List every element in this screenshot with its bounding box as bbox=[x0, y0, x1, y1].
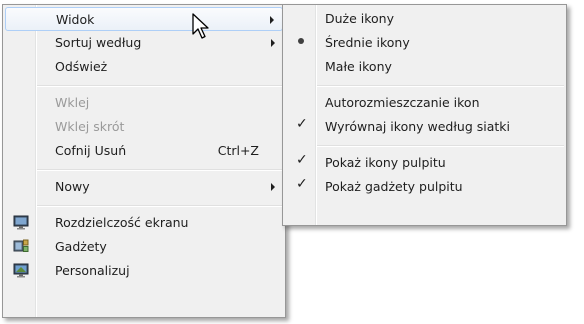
submenu-item-large-icons[interactable]: Duże ikony bbox=[285, 7, 564, 31]
menu-item-screen-resolution[interactable]: Rozdzielczość ekranu bbox=[5, 211, 283, 235]
chevron-right-icon bbox=[271, 183, 275, 191]
submenu-item-align-to-grid[interactable]: ✓ Wyrównaj ikony według siatki bbox=[285, 115, 564, 139]
menu-item-refresh-label: Odśwież bbox=[55, 59, 108, 74]
gadgets-icon bbox=[13, 239, 29, 252]
menu-separator bbox=[37, 85, 283, 87]
menu-item-paste[interactable]: Wklej bbox=[5, 91, 283, 115]
personalize-icon bbox=[13, 263, 29, 278]
menu-item-paste-shortcut-label: Wklej skrót bbox=[55, 119, 125, 134]
menu-item-personalize[interactable]: Personalizuj bbox=[5, 259, 283, 283]
menu-separator bbox=[317, 85, 564, 87]
radio-bullet-icon bbox=[298, 38, 304, 44]
menu-item-view[interactable]: Widok bbox=[5, 7, 283, 31]
checkmark-icon: ✓ bbox=[296, 152, 308, 168]
undo-shortcut-hint: Ctrl+Z bbox=[217, 143, 259, 158]
menu-separator bbox=[37, 169, 283, 171]
menu-item-view-label: Widok bbox=[56, 12, 95, 27]
menu-item-sort-by-label: Sortuj według bbox=[55, 35, 142, 50]
menu-item-paste-label: Wklej bbox=[55, 95, 90, 110]
monitor-icon bbox=[13, 215, 29, 230]
menu-item-screen-resolution-label: Rozdzielczość ekranu bbox=[55, 215, 189, 230]
chevron-right-icon bbox=[271, 39, 275, 47]
submenu-item-align-to-grid-label: Wyrównaj ikony według siatki bbox=[325, 119, 510, 134]
menu-item-refresh[interactable]: Odśwież bbox=[5, 55, 283, 79]
menu-item-sort-by[interactable]: Sortuj według bbox=[5, 31, 283, 55]
checkmark-icon: ✓ bbox=[296, 176, 308, 192]
view-submenu: Duże ikony Średnie ikony Małe ikony Auto… bbox=[282, 4, 567, 226]
submenu-item-show-desktop-gadgets[interactable]: ✓ Pokaż gadżety pulpitu bbox=[285, 175, 564, 199]
menu-separator bbox=[37, 205, 283, 207]
submenu-item-show-desktop-icons-label: Pokaż ikony pulpitu bbox=[325, 155, 446, 170]
checkmark-icon: ✓ bbox=[296, 116, 308, 132]
desktop-context-menu: Widok Sortuj według Odśwież Wklej Wklej … bbox=[2, 4, 286, 318]
menu-item-gadgets-label: Gadżety bbox=[55, 239, 107, 254]
submenu-item-medium-icons-label: Średnie ikony bbox=[325, 35, 410, 50]
menu-item-gadgets[interactable]: Gadżety bbox=[5, 235, 283, 259]
menu-item-personalize-label: Personalizuj bbox=[55, 263, 130, 278]
menu-item-undo-delete-label: Cofnij Usuń bbox=[55, 143, 127, 158]
submenu-item-show-desktop-gadgets-label: Pokaż gadżety pulpitu bbox=[325, 179, 463, 194]
submenu-item-medium-icons[interactable]: Średnie ikony bbox=[285, 31, 564, 55]
menu-item-new-label: Nowy bbox=[55, 179, 90, 194]
submenu-item-show-desktop-icons[interactable]: ✓ Pokaż ikony pulpitu bbox=[285, 151, 564, 175]
chevron-right-icon bbox=[270, 16, 274, 24]
submenu-item-small-icons-label: Małe ikony bbox=[325, 59, 392, 74]
menu-item-paste-shortcut[interactable]: Wklej skrót bbox=[5, 115, 283, 139]
mouse-pointer-icon bbox=[192, 13, 209, 39]
submenu-item-auto-arrange-label: Autorozmieszczanie ikon bbox=[325, 95, 480, 110]
submenu-item-auto-arrange[interactable]: Autorozmieszczanie ikon bbox=[285, 91, 564, 115]
menu-item-undo-delete[interactable]: Cofnij Usuń Ctrl+Z bbox=[5, 139, 283, 163]
menu-separator bbox=[317, 145, 564, 147]
menu-item-new[interactable]: Nowy bbox=[5, 175, 283, 199]
submenu-item-large-icons-label: Duże ikony bbox=[325, 11, 395, 26]
submenu-item-small-icons[interactable]: Małe ikony bbox=[285, 55, 564, 79]
